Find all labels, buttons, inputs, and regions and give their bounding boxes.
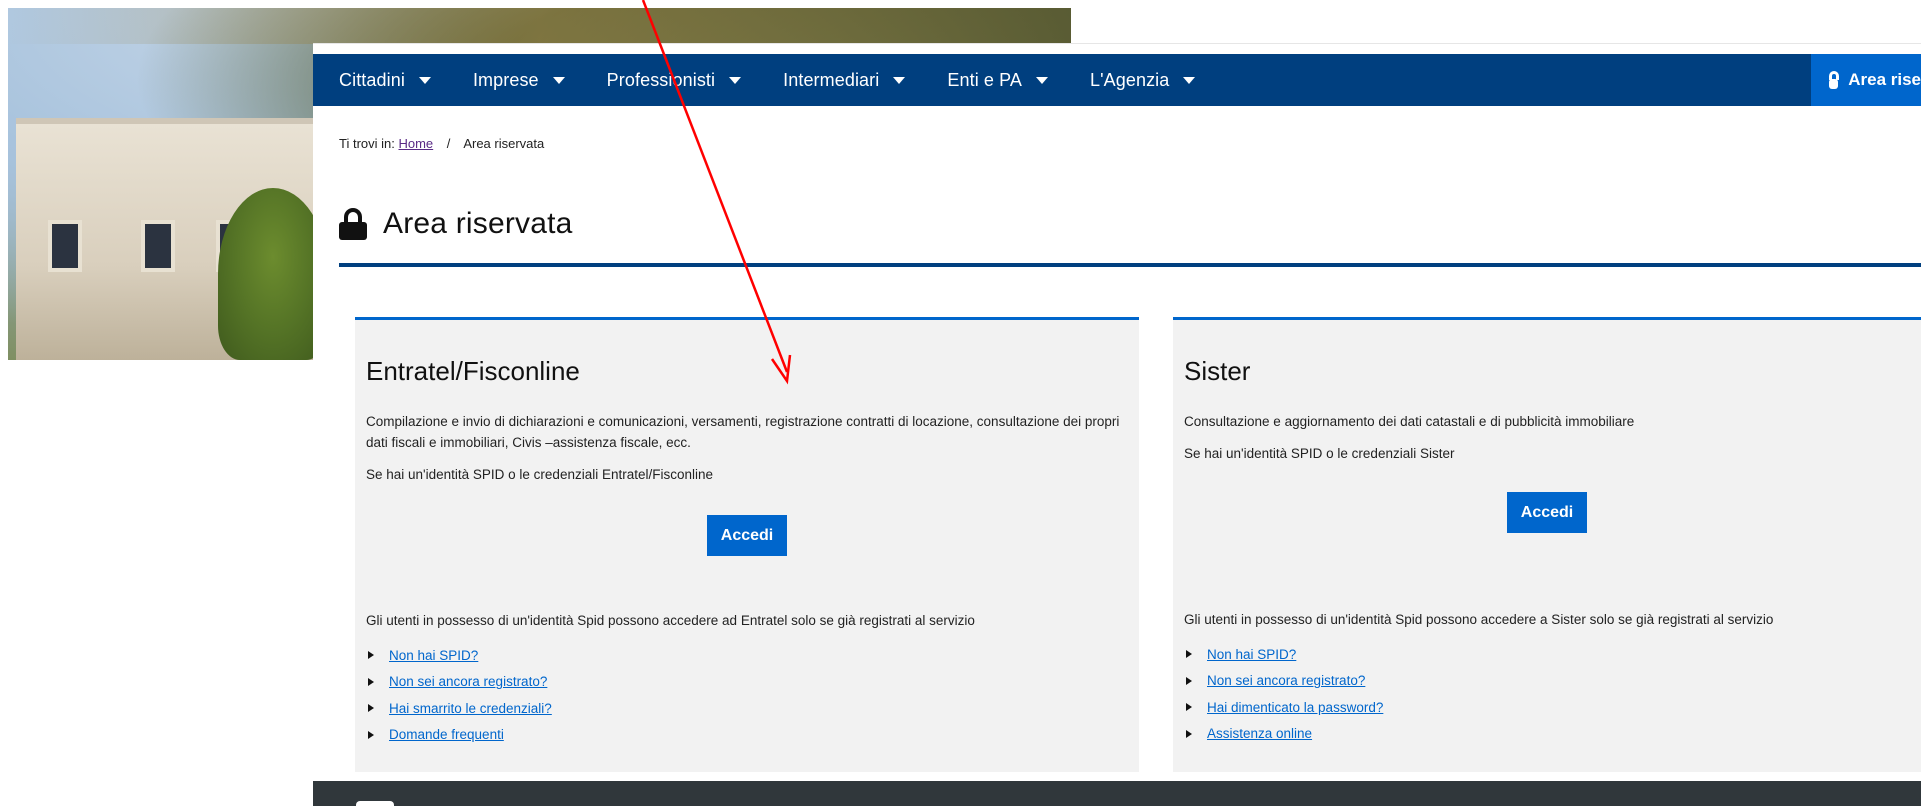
nav-item-imprese[interactable]: Imprese [447,54,581,106]
card-description: Compilazione e invio di dichiarazioni e … [366,414,1120,450]
browser-page: Cittadini Imprese Professionisti Interme… [313,43,1921,806]
card-spid-text: Se hai un'identità SPID o le credenziali… [366,467,714,482]
nav-item-enti-pa[interactable]: Enti e PA [921,54,1064,106]
photo-window [48,220,82,272]
link-smarrito-credenziali[interactable]: Hai smarrito le credenziali? [389,701,552,716]
caret-down-icon [418,76,431,84]
triangle-right-icon [368,651,374,660]
caret-down-icon [729,76,742,84]
list-item: Domande frequenti [366,722,1128,749]
caret-down-icon [1183,76,1196,84]
triangle-right-icon [1186,729,1192,738]
triangle-right-icon [368,704,374,713]
list-item: Non hai SPID? [1184,641,1910,668]
page-footer [313,781,1921,806]
card-title: Entratel/Fisconline [366,356,580,386]
card-note: Gli utenti in possesso di un'identità Sp… [366,613,975,628]
breadcrumb-prefix: Ti trovi in: [339,136,395,151]
link-dimenticato-password[interactable]: Hai dimenticato la password? [1207,700,1383,715]
main-nav: Cittadini Imprese Professionisti Interme… [313,54,1921,106]
area-riservata-nav-button[interactable]: Area rise [1811,54,1921,106]
caret-down-icon [552,76,565,84]
nav-item-intermediari[interactable]: Intermediari [757,54,921,106]
triangle-right-icon [368,677,374,686]
lock-icon [339,208,367,240]
accedi-sister-button[interactable]: Accedi [1506,492,1588,533]
card-entratel-fisconline: Entratel/Fisconline Compilazione e invio… [355,317,1139,772]
nav-item-label: Intermediari [783,69,880,90]
nav-item-label: L'Agenzia [1089,69,1170,90]
triangle-right-icon [1186,650,1192,659]
triangle-right-icon [1186,676,1192,685]
footer-logo [356,801,394,806]
link-non-sei-registrato[interactable]: Non sei ancora registrato? [389,674,547,689]
button-wrapper: Accedi [366,515,1128,556]
accedi-entratel-button[interactable]: Accedi [706,515,788,556]
nav-item-cittadini[interactable]: Cittadini [313,54,447,106]
nav-item-label: Professionisti [606,69,716,90]
lock-icon [1828,71,1839,89]
breadcrumb-current: Area riservata [463,136,545,151]
link-domande-frequenti[interactable]: Domande frequenti [389,727,504,742]
breadcrumb: Ti trovi in: Home / Area riservata [339,136,544,151]
screenshot-stage: Cittadini Imprese Professionisti Interme… [0,0,1921,806]
card-sister: Sister Consultazione e aggiornamento dei… [1173,317,1921,772]
nav-item-agenzia[interactable]: L'Agenzia [1064,54,1211,106]
area-riservata-nav-label: Area rise [1848,70,1921,89]
card-title: Sister [1184,356,1251,386]
card-links: Non hai SPID? Non sei ancora registrato?… [1184,641,1910,747]
breadcrumb-home-link[interactable]: Home [398,136,433,151]
link-non-sei-registrato[interactable]: Non sei ancora registrato? [1207,673,1365,688]
card-note: Gli utenti in possesso di un'identità Sp… [1184,612,1774,627]
link-assistenza-online[interactable]: Assistenza online [1207,726,1312,741]
card-description: Consultazione e aggiornamento dei dati c… [1184,414,1635,429]
caret-down-icon [893,76,906,84]
triangle-right-icon [1186,703,1192,712]
list-item: Assistenza online [1184,721,1910,748]
card-links: Non hai SPID? Non sei ancora registrato?… [366,642,1128,748]
nav-item-professionisti[interactable]: Professionisti [581,54,757,106]
caret-down-icon [1035,76,1048,84]
button-wrapper: Accedi [1184,492,1910,533]
list-item: Non sei ancora registrato? [1184,668,1910,695]
photo-foliage [8,8,1071,44]
photo-tree [218,188,328,360]
nav-item-label: Enti e PA [947,69,1022,90]
page-title: Area riservata [339,207,573,241]
link-non-hai-spid[interactable]: Non hai SPID? [389,648,478,663]
nav-item-label: Cittadini [339,69,405,90]
link-non-hai-spid[interactable]: Non hai SPID? [1207,647,1296,662]
list-item: Non sei ancora registrato? [366,669,1128,696]
card-spid-text: Se hai un'identità SPID o le credenziali… [1184,446,1455,461]
list-item: Hai dimenticato la password? [1184,694,1910,721]
photo-window [141,220,175,272]
triangle-right-icon [368,730,374,739]
breadcrumb-separator: / [446,136,451,151]
list-item: Hai smarrito le credenziali? [366,695,1128,722]
nav-item-label: Imprese [472,69,539,90]
title-divider [339,263,1921,267]
list-item: Non hai SPID? [366,642,1128,669]
page-title-text: Area riservata [383,207,573,240]
